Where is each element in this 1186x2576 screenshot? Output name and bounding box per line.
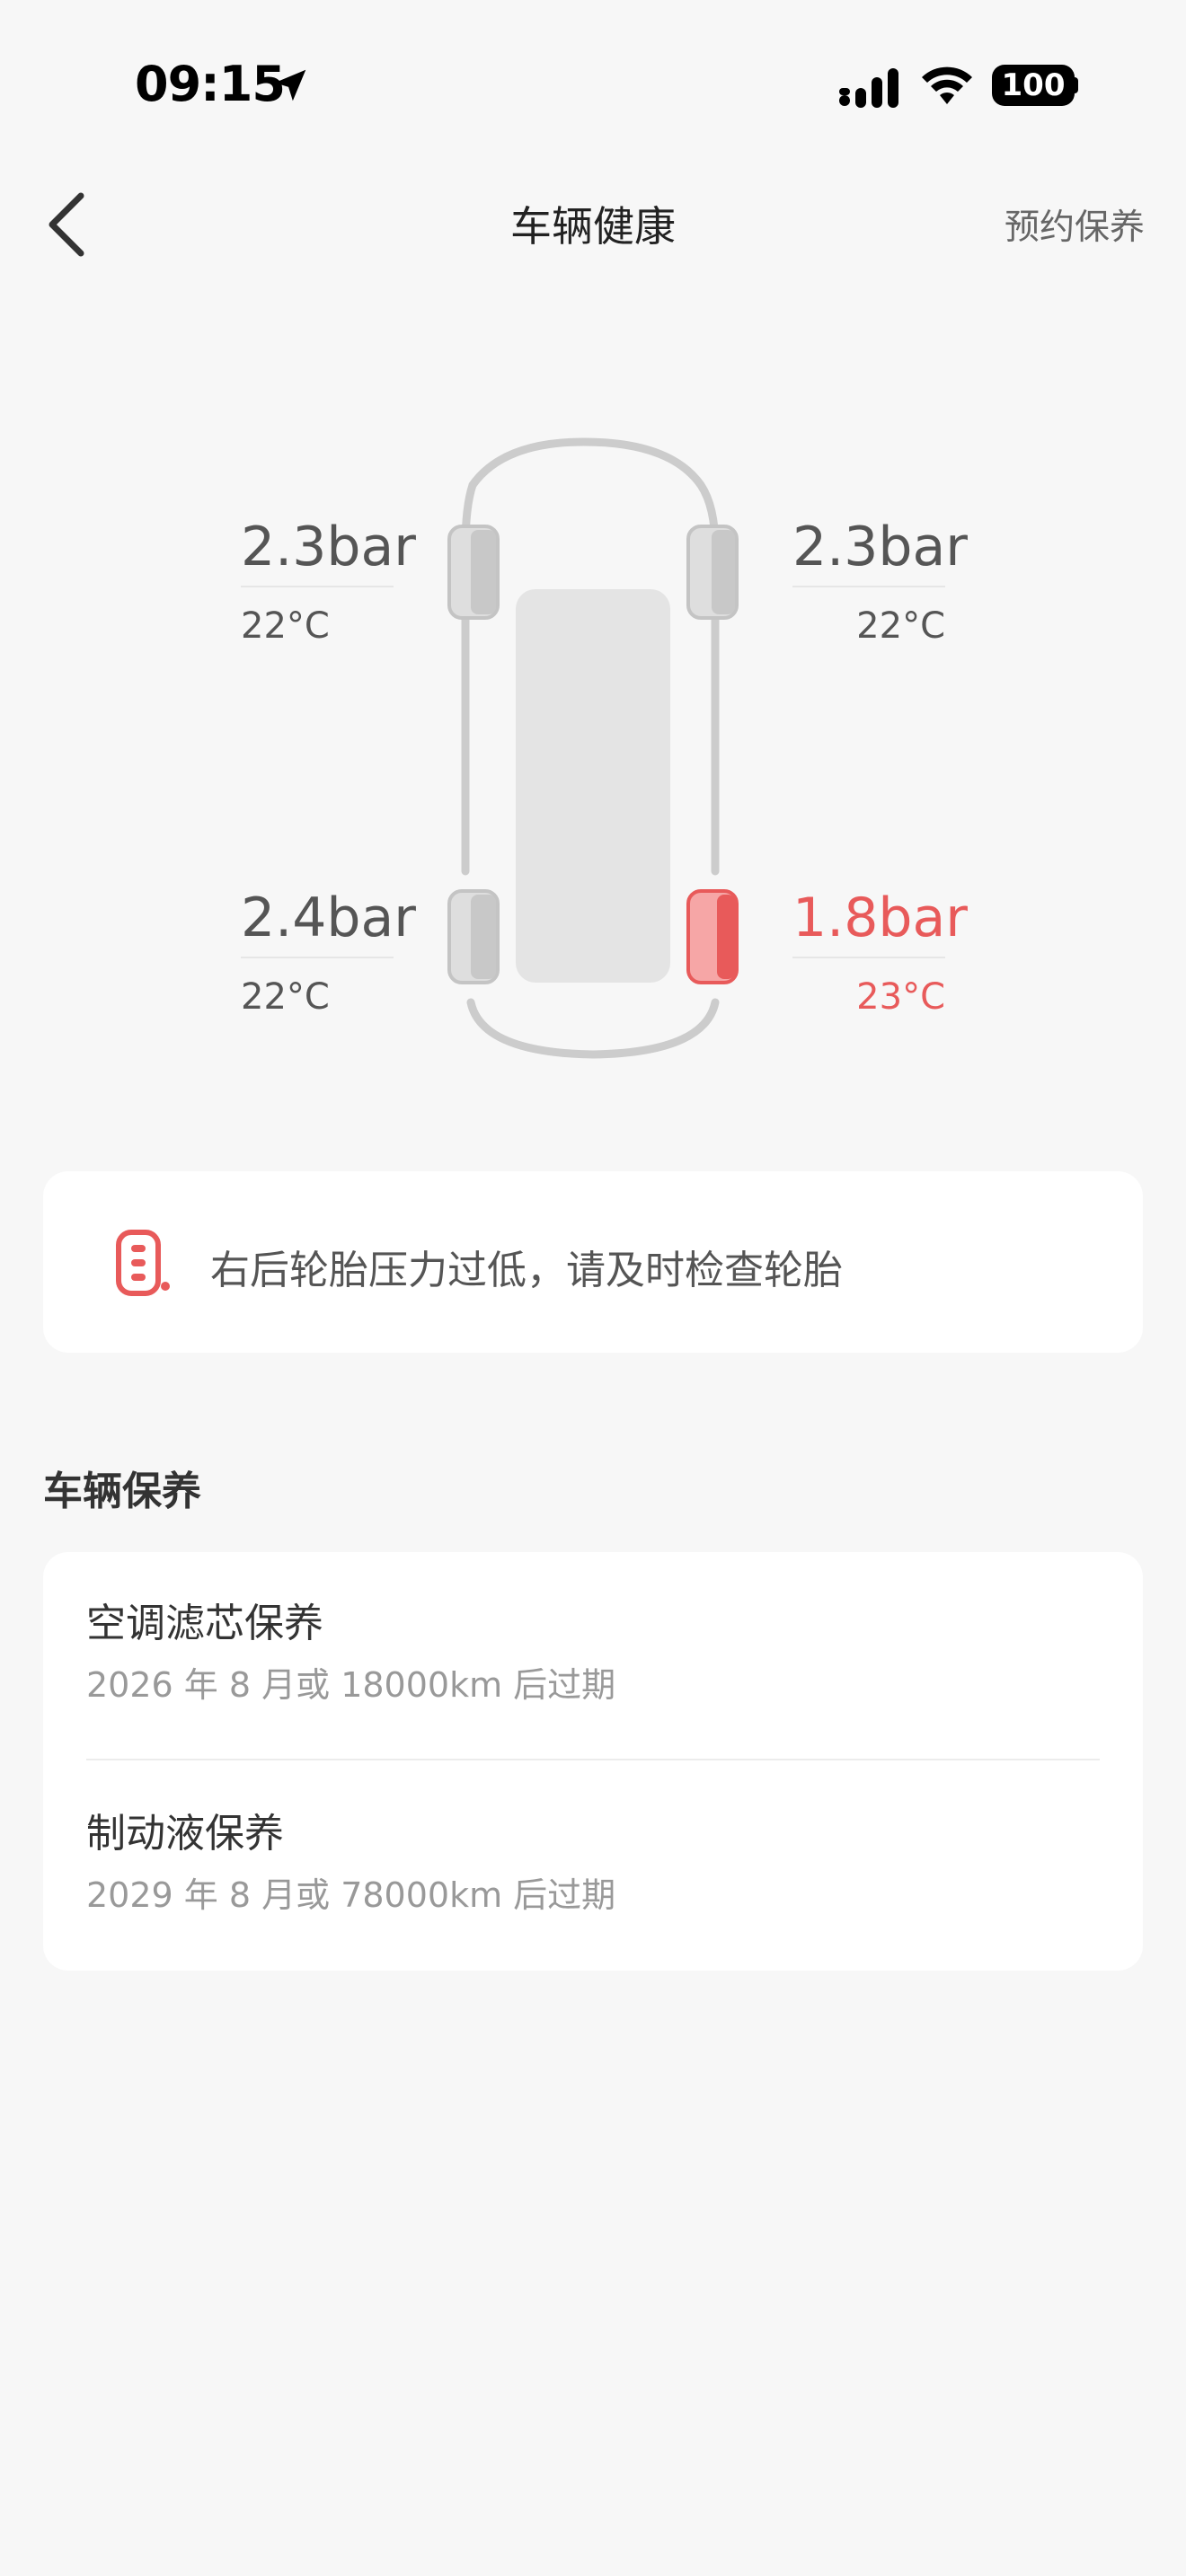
tire-warning-card[interactable]: 右后轮胎压力过低，请及时检查轮胎 <box>43 1171 1143 1353</box>
maintenance-item-desc: 2029 年 8 月或 78000km 后过期 <box>86 1875 616 1915</box>
car-diagram <box>447 437 739 1059</box>
maintenance-item-ac-filter[interactable]: 空调滤芯保养 2026 年 8 月或 18000km 后过期 <box>86 1599 1100 1707</box>
maintenance-item-brake-fluid[interactable]: 制动液保养 2029 年 8 月或 78000km 后过期 <box>86 1809 1100 1917</box>
tire-reading-front-right: 2.3bar 22°C <box>792 516 968 648</box>
tire-temperature: 22°C <box>241 605 330 647</box>
tire-reading-front-left: 2.3bar 22°C <box>241 516 416 648</box>
list-divider <box>86 1759 1100 1760</box>
battery-tip <box>1073 77 1078 93</box>
status-time: 09:15 <box>135 56 286 112</box>
tire-front-right <box>686 525 739 620</box>
maintenance-item-name: 制动液保养 <box>86 1811 284 1857</box>
maintenance-item-name: 空调滤芯保养 <box>86 1601 323 1646</box>
tire-rear-right-alert <box>686 889 739 984</box>
wifi-icon <box>922 66 972 104</box>
tire-temperature: 22°C <box>241 976 330 1018</box>
status-bar: 09:15 100 <box>0 0 1186 171</box>
tire-warning-text: 右后轮胎压力过低，请及时检查轮胎 <box>210 1248 843 1293</box>
tire-temperature: 22°C <box>856 605 945 647</box>
tire-rear-left <box>447 889 500 984</box>
cellular-signal-icon <box>839 68 898 108</box>
car-cabin <box>516 589 670 983</box>
divider <box>241 957 394 958</box>
book-maintenance-link[interactable]: 预约保养 <box>1005 199 1145 250</box>
battery-level: 100 <box>1001 67 1066 103</box>
divider <box>241 586 394 587</box>
tire-temperature: 23°C <box>856 976 945 1018</box>
divider <box>792 586 945 587</box>
tire-pressure: 2.4bar <box>241 887 416 949</box>
tire-reading-rear-left: 2.4bar 22°C <box>241 887 416 1019</box>
location-arrow-icon <box>274 69 306 101</box>
battery-icon: 100 <box>992 65 1075 106</box>
maintenance-item-desc: 2026 年 8 月或 18000km 后过期 <box>86 1665 616 1705</box>
tire-pressure: 1.8bar <box>792 887 968 949</box>
tire-pressure: 2.3bar <box>241 516 416 578</box>
tire-reading-rear-right: 1.8bar 23°C <box>792 887 968 1019</box>
divider <box>792 957 945 958</box>
maintenance-list: 空调滤芯保养 2026 年 8 月或 18000km 后过期 制动液保养 202… <box>43 1552 1143 1971</box>
tire-front-left <box>447 525 500 620</box>
tire-pressure: 2.3bar <box>792 516 968 578</box>
tire-alert-icon <box>116 1230 170 1296</box>
maintenance-section-title: 车辆保养 <box>43 1469 201 1514</box>
